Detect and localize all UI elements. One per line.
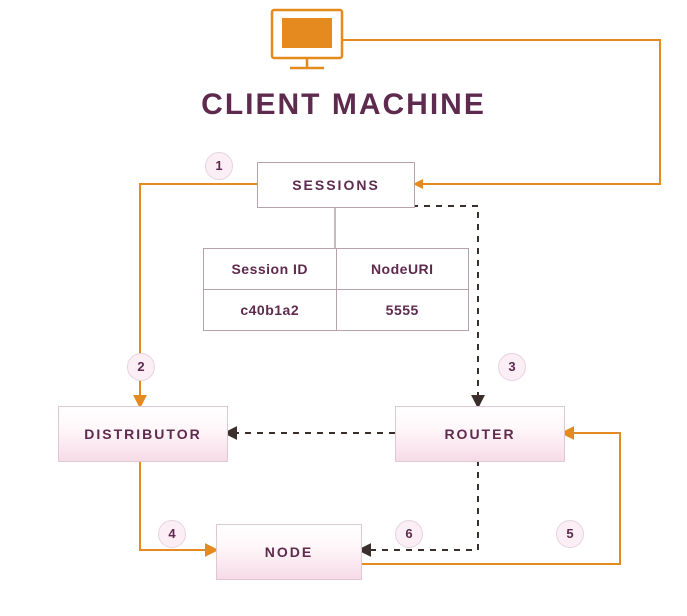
table-header-row: Session ID NodeURI bbox=[204, 249, 468, 289]
sessions-label: SESSIONS bbox=[292, 177, 380, 193]
table-row: c40b1a2 5555 bbox=[204, 289, 468, 330]
sessions-box: SESSIONS bbox=[257, 162, 415, 208]
cell-node-uri: 5555 bbox=[336, 290, 469, 330]
router-label: ROUTER bbox=[444, 426, 515, 442]
diagram-stage: CLIENT MACHINE SESSIONS Session ID NodeU… bbox=[0, 0, 687, 616]
step-badge-4: 4 bbox=[158, 520, 186, 548]
client-machine-icon bbox=[272, 10, 342, 68]
node-label: NODE bbox=[265, 544, 313, 560]
step-badge-5: 5 bbox=[556, 520, 584, 548]
node-box: NODE bbox=[216, 524, 362, 580]
distributor-box: DISTRIBUTOR bbox=[58, 406, 228, 462]
step-badge-2: 2 bbox=[127, 353, 155, 381]
col-header-session-id: Session ID bbox=[204, 249, 336, 289]
diagram-title: CLIENT MACHINE bbox=[0, 88, 687, 122]
sessions-table: Session ID NodeURI c40b1a2 5555 bbox=[203, 248, 469, 331]
step-badge-3: 3 bbox=[498, 353, 526, 381]
router-box: ROUTER bbox=[395, 406, 565, 462]
col-header-node-uri: NodeURI bbox=[336, 249, 469, 289]
step-badge-6: 6 bbox=[395, 520, 423, 548]
distributor-label: DISTRIBUTOR bbox=[84, 426, 201, 442]
cell-session-id: c40b1a2 bbox=[204, 290, 336, 330]
step-badge-1: 1 bbox=[205, 152, 233, 180]
